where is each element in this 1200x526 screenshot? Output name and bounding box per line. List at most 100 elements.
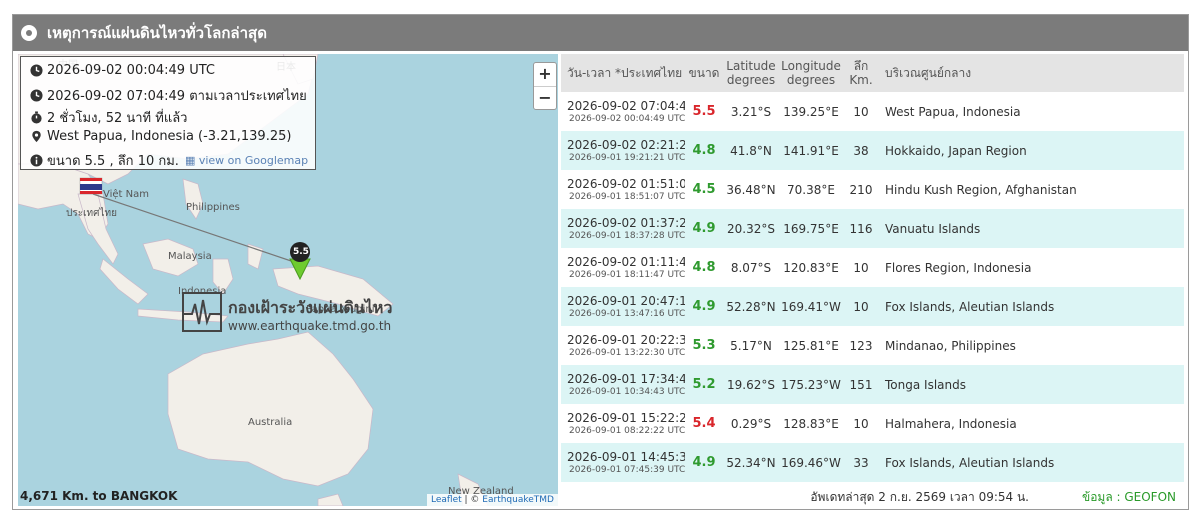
data-source: ข้อมูล : GEOFON bbox=[1082, 490, 1176, 504]
map-view[interactable]: 中国 日本 Việt Nam Philippines ประเทศไทย Mal… bbox=[18, 54, 558, 506]
col-region: บริเวณศูนย์กลาง bbox=[879, 54, 1184, 92]
col-longitude: Longitude degrees bbox=[779, 54, 843, 92]
table-row[interactable]: 2026-09-01 14:45:39 2026-09-01 07:45:39 U… bbox=[561, 443, 1184, 482]
cell-magnitude: 4.9 bbox=[685, 287, 723, 326]
cell-longitude: 141.91°E bbox=[779, 131, 843, 170]
thai-time: 2026-09-01 15:22:22 bbox=[567, 411, 685, 425]
panel-title: เหตุการณ์แผ่นดินไหวทั่วโลกล่าสุด bbox=[47, 24, 267, 42]
cell-region: Tonga Islands bbox=[879, 365, 1184, 404]
col-latitude: Latitude degrees bbox=[723, 54, 779, 92]
info-magnitude-row: ขนาด 5.5 , ลึก 10 กม. ▦ view on Googlema… bbox=[30, 150, 308, 171]
cell-magnitude: 5.2 bbox=[685, 365, 723, 404]
table-row[interactable]: 2026-09-02 01:11:47 2026-09-01 18:11:47 U… bbox=[561, 248, 1184, 287]
leaflet-link[interactable]: Leaflet bbox=[431, 495, 462, 505]
utc-time: 2026-09-01 18:51:07 UTC bbox=[569, 192, 685, 202]
col-depth: ลึก Km. bbox=[843, 54, 879, 92]
zoom-control: + − bbox=[533, 62, 557, 110]
record-icon bbox=[21, 25, 37, 41]
info-utc-time: 2026-09-02 00:04:49 UTC bbox=[47, 63, 215, 78]
cell-magnitude: 5.5 bbox=[685, 92, 723, 131]
cell-depth: 10 bbox=[843, 92, 879, 131]
thai-time: 2026-09-02 07:04:49 bbox=[567, 99, 685, 113]
thai-time: 2026-09-01 20:47:16 bbox=[567, 294, 685, 308]
map-label-philippines: Philippines bbox=[186, 202, 240, 213]
table-row[interactable]: 2026-09-01 20:47:16 2026-09-01 13:47:16 U… bbox=[561, 287, 1184, 326]
marker-magnitude[interactable]: 5.5 bbox=[293, 247, 309, 257]
cell-datetime: 2026-09-02 01:11:47 2026-09-01 18:11:47 U… bbox=[561, 248, 685, 287]
cell-depth: 116 bbox=[843, 209, 879, 248]
thai-time: 2026-09-01 20:22:30 bbox=[567, 333, 685, 347]
map-label-thailand: ประเทศไทย bbox=[66, 208, 117, 219]
cell-datetime: 2026-09-01 14:45:39 2026-09-01 07:45:39 U… bbox=[561, 443, 685, 482]
cell-latitude: 3.21°S bbox=[723, 92, 779, 131]
thai-time: 2026-09-01 14:45:39 bbox=[567, 450, 685, 464]
cell-region: Flores Region, Indonesia bbox=[879, 248, 1184, 287]
table-row[interactable]: 2026-09-02 01:37:28 2026-09-01 18:37:28 U… bbox=[561, 209, 1184, 248]
cell-latitude: 36.48°N bbox=[723, 170, 779, 209]
cell-depth: 123 bbox=[843, 326, 879, 365]
info-icon bbox=[30, 154, 43, 167]
cell-latitude: 20.32°S bbox=[723, 209, 779, 248]
attribution-separator: | © bbox=[461, 495, 483, 505]
table-row[interactable]: 2026-09-01 20:22:30 2026-09-01 13:22:30 U… bbox=[561, 326, 1184, 365]
googlemap-link[interactable]: ▦ view on Googlemap bbox=[185, 154, 308, 167]
earthquaketmd-link[interactable]: EarthquakeTMD bbox=[482, 495, 554, 505]
cell-region: Hokkaido, Japan Region bbox=[879, 131, 1184, 170]
info-location-row: West Papua, Indonesia (-3.21,139.25) bbox=[30, 129, 291, 144]
earthquake-table: วัน-เวลา *ประเทศไทย ขนาด Latitude degree… bbox=[561, 54, 1184, 482]
zoom-out-button[interactable]: − bbox=[534, 87, 556, 110]
cell-longitude: 120.83°E bbox=[779, 248, 843, 287]
cell-latitude: 19.62°S bbox=[723, 365, 779, 404]
cell-latitude: 5.17°N bbox=[723, 326, 779, 365]
cell-longitude: 139.25°E bbox=[779, 92, 843, 131]
cell-region: Vanuatu Islands bbox=[879, 209, 1184, 248]
cell-longitude: 128.83°E bbox=[779, 404, 843, 443]
googlemap-link-label: view on Googlemap bbox=[198, 154, 309, 167]
seismograph-icon bbox=[182, 292, 222, 332]
cell-latitude: 8.07°S bbox=[723, 248, 779, 287]
info-thai-time: 2026-09-02 07:04:49 ตามเวลาประเทศไทย bbox=[47, 89, 307, 104]
utc-time: 2026-09-01 18:11:47 UTC bbox=[569, 270, 685, 280]
utc-time: 2026-09-02 00:04:49 UTC bbox=[569, 114, 685, 124]
cell-depth: 10 bbox=[843, 248, 879, 287]
cell-magnitude: 5.3 bbox=[685, 326, 723, 365]
event-info-box: 2026-09-02 00:04:49 UTC 2026-09-02 07:04… bbox=[20, 56, 316, 170]
cell-longitude: 169.75°E bbox=[779, 209, 843, 248]
cell-datetime: 2026-09-01 15:22:22 2026-09-01 08:22:22 U… bbox=[561, 404, 685, 443]
earthquake-table-wrap: วัน-เวลา *ประเทศไทย ขนาด Latitude degree… bbox=[561, 54, 1184, 482]
cell-datetime: 2026-09-02 07:04:49 2026-09-02 00:04:49 U… bbox=[561, 92, 685, 131]
map-label-vietnam: Việt Nam bbox=[103, 189, 150, 200]
tmd-watermark: กองเฝ้าระวังแผ่นดินไหว www.earthquake.tm… bbox=[182, 292, 392, 336]
stopwatch-icon bbox=[31, 111, 42, 124]
table-row[interactable]: 2026-09-01 17:34:43 2026-09-01 10:34:43 U… bbox=[561, 365, 1184, 404]
distance-to-bangkok: 4,671 Km. to BANGKOK bbox=[20, 489, 178, 503]
cell-region: Hindu Kush Region, Afghanistan bbox=[879, 170, 1184, 209]
table-row[interactable]: 2026-09-02 01:51:07 2026-09-01 18:51:07 U… bbox=[561, 170, 1184, 209]
table-row[interactable]: 2026-09-02 02:21:21 2026-09-01 19:21:21 U… bbox=[561, 131, 1184, 170]
utc-time: 2026-09-01 13:47:16 UTC bbox=[569, 309, 685, 319]
thai-time: 2026-09-02 01:11:47 bbox=[567, 255, 685, 269]
thai-time: 2026-09-02 02:21:21 bbox=[567, 138, 685, 152]
cell-longitude: 169.46°W bbox=[779, 443, 843, 482]
cell-magnitude: 4.8 bbox=[685, 131, 723, 170]
cell-datetime: 2026-09-02 02:21:21 2026-09-01 19:21:21 U… bbox=[561, 131, 685, 170]
cell-magnitude: 4.9 bbox=[685, 443, 723, 482]
cell-magnitude: 5.4 bbox=[685, 404, 723, 443]
table-row[interactable]: 2026-09-01 15:22:22 2026-09-01 08:22:22 U… bbox=[561, 404, 1184, 443]
thai-time: 2026-09-02 01:37:28 bbox=[567, 216, 685, 230]
cell-depth: 38 bbox=[843, 131, 879, 170]
cell-depth: 210 bbox=[843, 170, 879, 209]
cell-datetime: 2026-09-01 17:34:43 2026-09-01 10:34:43 U… bbox=[561, 365, 685, 404]
info-utc-row: 2026-09-02 00:04:49 UTC bbox=[30, 63, 215, 78]
cell-longitude: 70.38°E bbox=[779, 170, 843, 209]
utc-time: 2026-09-01 08:22:22 UTC bbox=[569, 426, 685, 436]
map-pin-icon bbox=[32, 130, 41, 143]
cell-longitude: 175.23°W bbox=[779, 365, 843, 404]
cell-longitude: 169.41°W bbox=[779, 287, 843, 326]
info-magnitude-depth: ขนาด 5.5 , ลึก 10 กม. bbox=[47, 154, 179, 169]
table-row[interactable]: 2026-09-02 07:04:49 2026-09-02 00:04:49 U… bbox=[561, 92, 1184, 131]
zoom-in-button[interactable]: + bbox=[534, 63, 556, 87]
clock-icon bbox=[30, 64, 43, 77]
cell-region: Halmahera, Indonesia bbox=[879, 404, 1184, 443]
col-magnitude: ขนาด bbox=[685, 54, 723, 92]
